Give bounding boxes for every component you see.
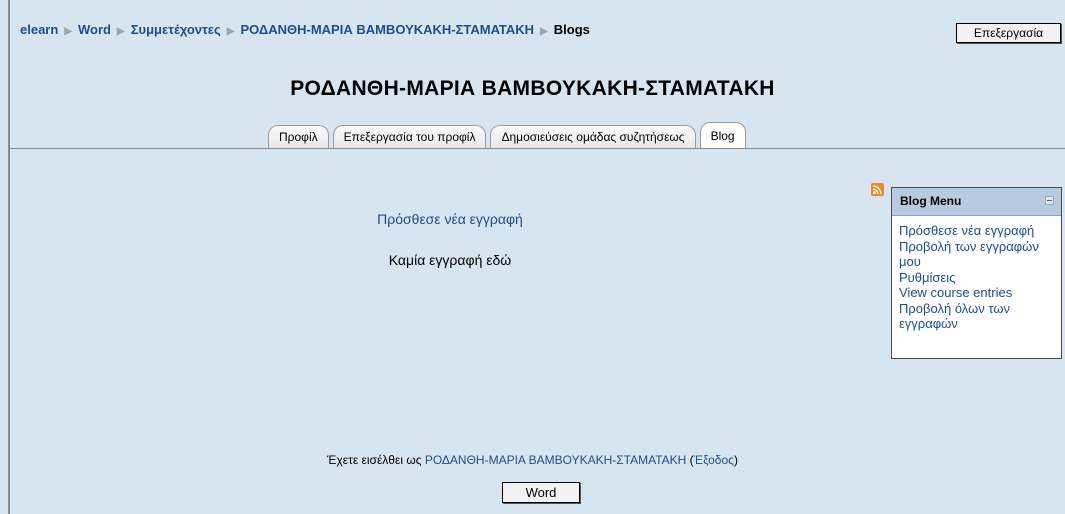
tab-edit-profile[interactable]: Επεξεργασία του προφίλ bbox=[332, 125, 487, 149]
rss-icon bbox=[872, 185, 882, 195]
blog-menu-link-preferences[interactable]: Ρυθμίσεις bbox=[899, 270, 1061, 286]
blog-menu-header: Blog Menu bbox=[892, 188, 1061, 216]
tab-bar: Προφίλ Επεξεργασία του προφίλ Δημοσιεύσε… bbox=[268, 122, 750, 149]
course-home-button[interactable]: Word bbox=[502, 482, 580, 503]
login-info-prefix: Έχετε εισέλθει ως bbox=[327, 453, 422, 467]
user-profile-link[interactable]: ΡΟΔΑΝΘΗ-ΜΑΡΙΑ ΒΑΜΒΟΥΚΑΚΗ-ΣΤΑΜΑΤΑΚΗ bbox=[425, 453, 687, 467]
blog-menu-links: Πρόσθεσε νέα εγγραφή Προβολή των εγγραφώ… bbox=[892, 216, 1061, 332]
breadcrumb-separator-icon: ▶ bbox=[540, 26, 548, 37]
edit-button[interactable]: Επεξεργασία bbox=[956, 23, 1061, 43]
collapse-icon[interactable] bbox=[1045, 196, 1054, 205]
rss-feed-icon[interactable] bbox=[871, 183, 884, 196]
blog-menu-link-course-entries[interactable]: View course entries bbox=[899, 285, 1061, 301]
breadcrumb-current: Blogs bbox=[553, 22, 590, 37]
logout-link[interactable]: Έξοδος bbox=[694, 453, 734, 467]
tab-blog[interactable]: Blog bbox=[699, 122, 746, 149]
breadcrumb-separator-icon: ▶ bbox=[226, 26, 235, 37]
breadcrumb-link-elearn[interactable]: elearn bbox=[20, 22, 58, 37]
breadcrumb-separator-icon: ▶ bbox=[64, 26, 73, 37]
header-divider bbox=[10, 148, 1065, 149]
tab-profile[interactable]: Προφίλ bbox=[268, 125, 329, 149]
breadcrumb-separator-icon: ▶ bbox=[117, 26, 125, 37]
login-info: Έχετε εισέλθει ως ΡΟΔΑΝΘΗ-ΜΑΡΙΑ ΒΑΜΒΟΥΚΑ… bbox=[327, 453, 738, 467]
no-entries-message: Καμία εγγραφή εδώ bbox=[388, 252, 512, 268]
add-entry-link[interactable]: Πρόσθεσε νέα εγγραφή bbox=[300, 211, 600, 227]
blog-menu-block: Blog Menu Πρόσθεσε νέα εγγραφή Προβολή τ… bbox=[891, 187, 1062, 359]
breadcrumb-link-user[interactable]: ΡΟΔΑΝΘΗ-ΜΑΡΙΑ ΒΑΜΒΟΥΚΑΚΗ-ΣΤΑΜΑΤΑΚΗ bbox=[240, 22, 534, 37]
breadcrumb: elearn ▶ Word ▶ Συμμετέχοντες ▶ ΡΟΔΑΝΘΗ-ΜΑΡΙΑ … bbox=[20, 22, 590, 37]
tab-forum-posts[interactable]: Δημοσιεύσεις ομάδας συζητήσεως bbox=[490, 125, 696, 149]
blog-menu-title: Blog Menu bbox=[900, 194, 962, 208]
blog-menu-link-all-entries[interactable]: Προβολή όλων των εγγραφών bbox=[899, 301, 1061, 332]
breadcrumb-link-course[interactable]: Word bbox=[78, 22, 111, 37]
breadcrumb-link-participants[interactable]: Συμμετέχοντες bbox=[131, 22, 221, 37]
page-title: ΡΟΔΑΝΘΗ-ΜΑΡΙΑ ΒΑΜΒΟΥΚΑΚΗ-ΣΤΑΜΑΤΑΚΗ bbox=[290, 77, 775, 100]
blog-menu-link-my-entries[interactable]: Προβολή των εγγραφών μου bbox=[899, 239, 1061, 270]
blog-menu-link-add-entry[interactable]: Πρόσθεσε νέα εγγραφή bbox=[899, 223, 1061, 239]
